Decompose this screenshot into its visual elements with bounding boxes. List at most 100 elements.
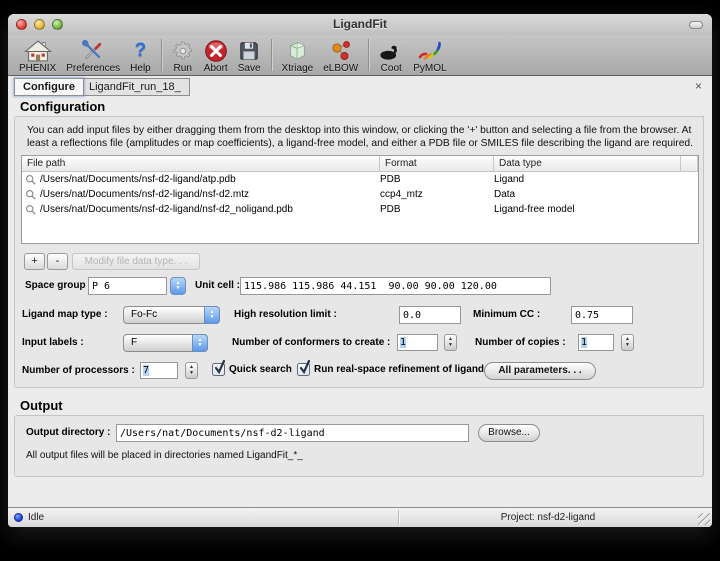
file-format: ccp4_mtz <box>380 189 494 200</box>
processors-spinner-icon[interactable]: ▲▼ <box>185 362 198 379</box>
toolbar-button-elbow[interactable]: eLBOW <box>318 37 363 74</box>
title-bar[interactable]: LigandFit <box>8 14 712 35</box>
input-files-table[interactable]: File path Format Data type /Users/nat/Do… <box>21 155 699 244</box>
app-window: LigandFit PHENIX <box>8 14 712 527</box>
instructions-text: You can add input files by either draggi… <box>27 124 695 150</box>
file-format: PDB <box>380 174 494 185</box>
ligand-map-type-select[interactable]: Fo-Fc ▲▼ <box>123 306 220 324</box>
configuration-panel: You can add input files by either draggi… <box>14 116 704 388</box>
toolbar-button-help[interactable]: ? Help <box>125 37 156 74</box>
toolbar: PHENIX Preferences ? Help <box>8 35 712 76</box>
output-header: Output <box>20 398 704 416</box>
file-data-type: Ligand-free model <box>494 204 681 215</box>
table-row[interactable]: /Users/nat/Documents/nsf-d2-ligand/nsf-d… <box>22 187 698 202</box>
unit-cell-input[interactable] <box>240 277 551 295</box>
combo-arrows-icon: ▲▼ <box>204 306 220 324</box>
file-path: /Users/nat/Documents/nsf-d2-ligand/nsf-d… <box>40 204 293 215</box>
preferences-tools-icon <box>81 39 105 63</box>
configuration-header: Configuration <box>20 99 704 117</box>
phenix-house-icon <box>24 39 52 63</box>
magnifier-icon <box>25 189 36 200</box>
remove-file-button[interactable]: - <box>47 253 68 270</box>
file-data-type: Ligand <box>494 174 681 185</box>
ligand-map-type-label: Ligand map type : <box>22 306 108 324</box>
magnifier-icon <box>25 204 36 215</box>
space-group-input[interactable] <box>88 277 167 295</box>
toolbar-separator <box>271 39 272 71</box>
output-note: All output files will be placed in direc… <box>26 450 303 461</box>
space-group-label: Space group : <box>25 277 92 295</box>
toolbar-separator <box>368 39 369 71</box>
table-row[interactable]: /Users/nat/Documents/nsf-d2-ligand/atp.p… <box>22 172 698 187</box>
real-space-refinement-checkbox[interactable] <box>297 363 310 376</box>
file-path: /Users/nat/Documents/nsf-d2-ligand/nsf-d… <box>40 189 249 200</box>
tab-strip: Configure LigandFit_run_18_ × <box>8 76 712 96</box>
help-icon: ? <box>135 39 147 63</box>
magnifier-icon <box>25 174 36 185</box>
all-parameters-button[interactable]: All parameters. . . <box>484 362 596 380</box>
tab-ligandfit-run[interactable]: LigandFit_run_18_ <box>81 78 190 96</box>
column-header-data-type[interactable]: Data type <box>494 156 681 171</box>
processors-input[interactable]: 7 <box>140 362 178 379</box>
minimum-cc-input[interactable] <box>571 306 633 324</box>
high-resolution-label: High resolution limit : <box>234 306 337 324</box>
input-labels-select[interactable]: F ▲▼ <box>123 334 208 352</box>
checkmark-icon <box>299 360 311 374</box>
copies-label: Number of copies : <box>475 334 566 352</box>
toolbar-button-coot[interactable]: Coot <box>374 37 408 74</box>
status-text: Idle <box>28 512 44 523</box>
file-data-type: Data <box>494 189 681 200</box>
column-header-file-path[interactable]: File path <box>22 156 380 171</box>
tab-close-icon[interactable]: × <box>695 80 702 92</box>
unit-cell-label: Unit cell : <box>195 277 240 295</box>
pymol-rainbow-icon <box>417 39 443 63</box>
processors-label: Number of processors : <box>22 362 135 380</box>
toolbar-button-xtriage[interactable]: Xtriage <box>277 37 319 74</box>
coot-bird-icon <box>379 39 403 63</box>
run-gear-icon <box>172 39 194 63</box>
status-project: Project: nsf-d2-ligand <box>398 512 698 523</box>
toolbar-button-phenix[interactable]: PHENIX <box>14 37 61 74</box>
toolbar-toggle-lozenge[interactable] <box>689 21 703 29</box>
output-directory-label: Output directory : <box>26 424 110 442</box>
save-floppy-icon <box>238 39 260 63</box>
tab-configure[interactable]: Configure <box>14 78 84 96</box>
minimum-cc-label: Minimum CC : <box>473 306 540 324</box>
column-header-blank <box>681 156 698 171</box>
status-idle-icon <box>14 513 23 522</box>
file-path: /Users/nat/Documents/nsf-d2-ligand/atp.p… <box>40 174 236 185</box>
real-space-refinement-label: Run real-space refinement of ligand <box>314 362 484 377</box>
high-resolution-input[interactable] <box>399 306 461 324</box>
resize-grip[interactable] <box>698 513 710 525</box>
input-labels-label: Input labels : <box>22 334 84 352</box>
conformers-label: Number of conformers to create : <box>232 334 390 352</box>
file-format: PDB <box>380 204 494 215</box>
elbow-molecule-icon <box>329 39 353 63</box>
column-header-format[interactable]: Format <box>380 156 494 171</box>
toolbar-button-abort[interactable]: Abort <box>199 37 233 74</box>
xtriage-crystal-icon <box>286 39 308 63</box>
conformers-spinner-icon[interactable]: ▲▼ <box>444 334 457 351</box>
space-group-stepper-icon[interactable]: ▲▼ <box>170 277 186 295</box>
output-panel: Output directory : Browse... All output … <box>14 415 704 477</box>
output-directory-input[interactable] <box>116 424 469 442</box>
toolbar-button-preferences[interactable]: Preferences <box>61 37 125 74</box>
combo-arrows-icon: ▲▼ <box>192 334 208 352</box>
copies-spinner-icon[interactable]: ▲▼ <box>621 334 634 351</box>
window-title: LigandFit <box>8 17 712 31</box>
copies-input[interactable]: 1 <box>578 334 614 351</box>
browse-button[interactable]: Browse... <box>478 424 540 442</box>
quick-search-label: Quick search <box>229 362 292 377</box>
conformers-input[interactable]: 1 <box>397 334 438 351</box>
toolbar-button-save[interactable]: Save <box>233 37 266 74</box>
checkmark-icon <box>214 360 226 374</box>
quick-search-checkbox[interactable] <box>212 363 225 376</box>
status-bar: Idle Project: nsf-d2-ligand <box>8 507 712 527</box>
table-row[interactable]: /Users/nat/Documents/nsf-d2-ligand/nsf-d… <box>22 202 698 217</box>
toolbar-button-run[interactable]: Run <box>167 37 199 74</box>
add-file-button[interactable]: + <box>24 253 45 270</box>
toolbar-separator <box>161 39 162 71</box>
toolbar-button-pymol[interactable]: PyMOL <box>408 37 451 74</box>
abort-icon <box>204 39 228 63</box>
modify-file-data-type-button: Modify file data type. . . <box>72 253 200 270</box>
